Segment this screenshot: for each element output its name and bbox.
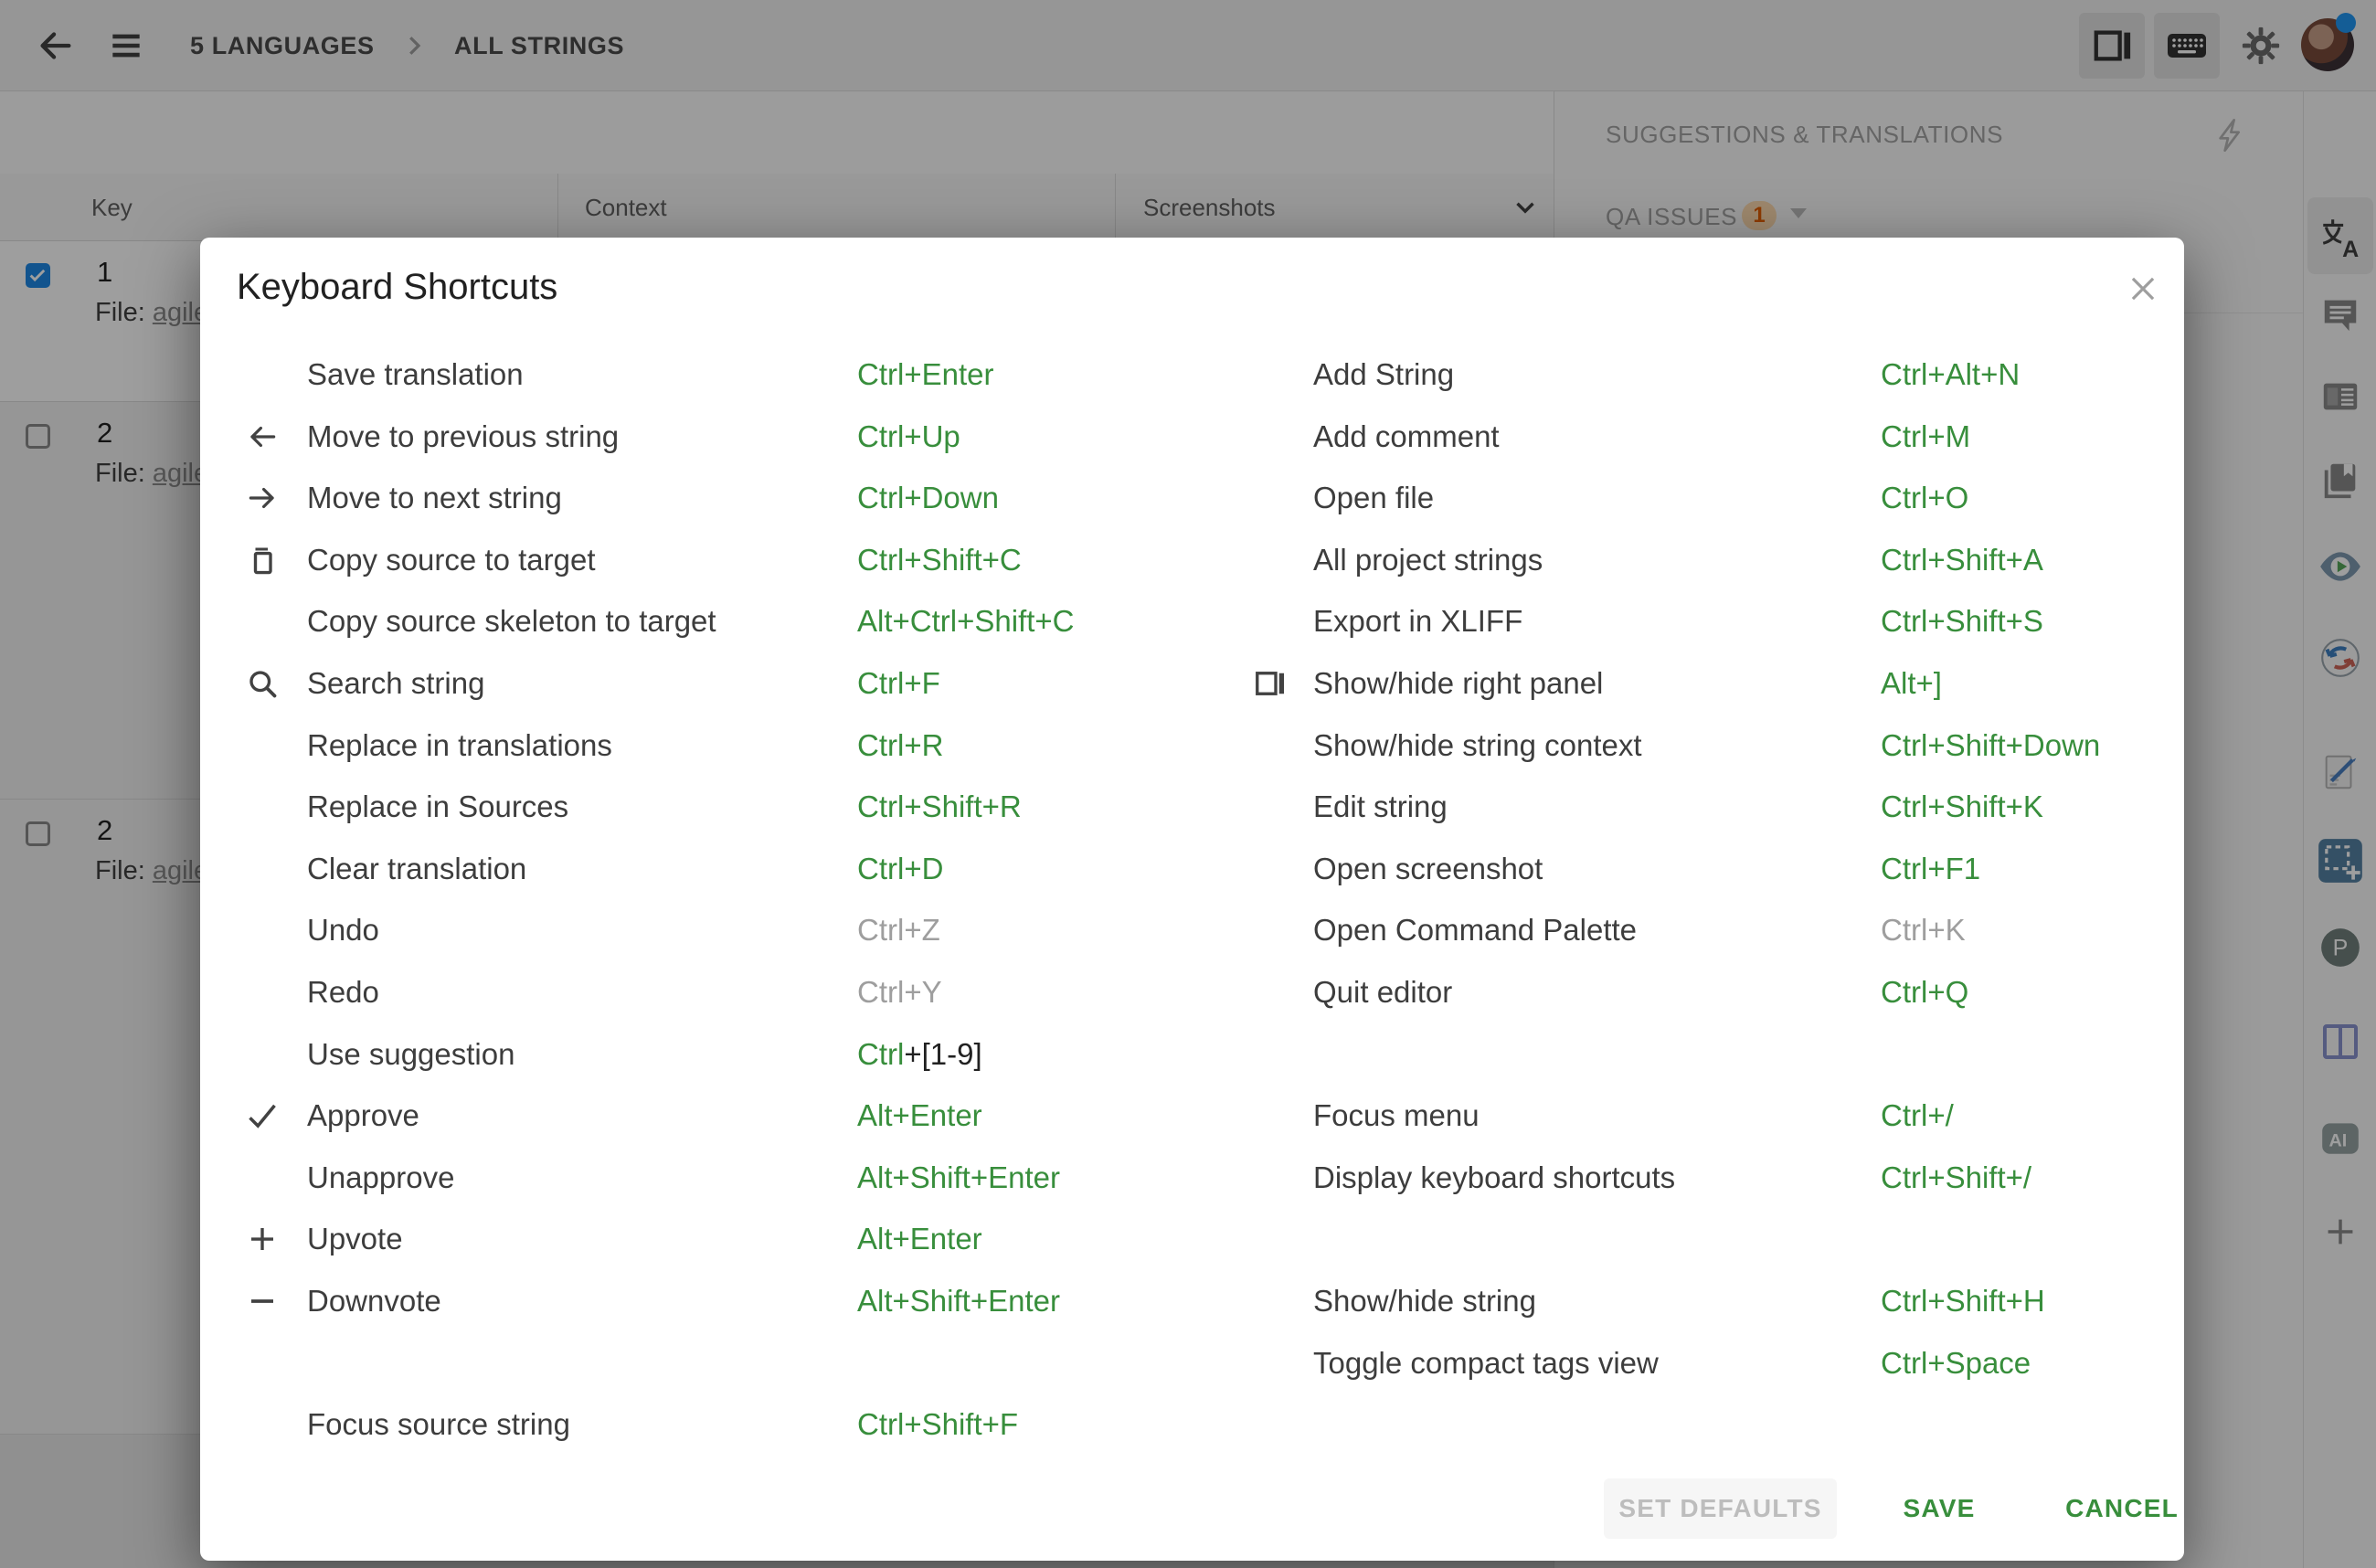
arrow-right-icon xyxy=(244,480,281,516)
shortcut-label: Use suggestion xyxy=(307,1036,515,1071)
shortcut-key[interactable]: Ctrl+Alt+N xyxy=(1881,357,2020,392)
shortcut-key[interactable]: Alt+Ctrl+Shift+C xyxy=(857,604,1075,639)
shortcut-key[interactable]: Ctrl+Up xyxy=(857,419,960,454)
close-icon[interactable] xyxy=(2119,265,2167,313)
shortcut-label: Copy source to target xyxy=(307,542,596,577)
check-icon xyxy=(244,1097,281,1134)
shortcut-key[interactable]: Ctrl+Down xyxy=(857,481,999,515)
shortcut-key[interactable]: Ctrl+Enter xyxy=(857,357,993,392)
shortcut-key[interactable]: Ctrl+M xyxy=(1881,419,1970,454)
shortcut-label: Quit editor xyxy=(1313,975,1453,1009)
shortcut-key[interactable]: Ctrl+Shift+H xyxy=(1881,1284,2045,1319)
shortcut-label: Open screenshot xyxy=(1313,851,1543,885)
shortcut-label: Add String xyxy=(1313,357,1455,391)
modal-title: Keyboard Shortcuts xyxy=(237,267,558,307)
shortcut-label: Replace in translations xyxy=(307,727,612,762)
save-button[interactable]: SAVE xyxy=(1880,1478,1999,1539)
shortcut-key[interactable]: Alt+Shift+Enter xyxy=(857,1284,1060,1319)
shortcut-label: Unapprove xyxy=(307,1160,455,1194)
shortcut-label: Show/hide right panel xyxy=(1313,666,1604,700)
shortcut-key[interactable]: Alt+Shift+Enter xyxy=(857,1160,1060,1195)
minus-icon xyxy=(244,1283,281,1319)
shortcut-key[interactable]: Alt+] xyxy=(1881,666,1942,701)
shortcut-key[interactable]: Ctrl+D xyxy=(857,852,943,886)
shortcut-key[interactable]: Ctrl+/ xyxy=(1881,1098,1954,1133)
shortcut-label: Display keyboard shortcuts xyxy=(1313,1160,1676,1194)
shortcut-label: Show/hide string context xyxy=(1313,727,1642,762)
search-icon xyxy=(244,665,281,702)
shortcut-label: All project strings xyxy=(1313,542,1543,577)
cancel-button[interactable]: CANCEL xyxy=(2044,1478,2200,1539)
shortcut-label: Open file xyxy=(1313,481,1435,515)
shortcut-label: Show/hide string xyxy=(1313,1284,1536,1318)
shortcut-key[interactable]: Ctrl+F xyxy=(857,666,940,701)
shortcut-key[interactable]: Ctrl+Shift+S xyxy=(1881,604,2043,639)
shortcut-label: Toggle compact tags view xyxy=(1313,1345,1659,1380)
shortcut-label: Focus source string xyxy=(307,1407,570,1442)
shortcut-key[interactable]: Ctrl+R xyxy=(857,728,943,763)
shortcut-label: Move to next string xyxy=(307,481,562,515)
shortcut-key[interactable]: Ctrl+Shift+F xyxy=(857,1407,1018,1442)
shortcut-key[interactable]: Alt+Enter xyxy=(857,1222,982,1256)
shortcut-label: Export in XLIFF xyxy=(1313,604,1523,639)
shortcut-key[interactable]: Ctrl+Shift+Down xyxy=(1881,728,2100,763)
app-canvas: 5 LANGUAGES ALL STRINGS Key Context Scre… xyxy=(0,0,2376,1568)
shortcut-key[interactable]: Ctrl+Shift+K xyxy=(1881,789,2043,824)
shortcut-label: Downvote xyxy=(307,1284,441,1318)
shortcut-label: Redo xyxy=(307,975,379,1009)
shortcut-key[interactable]: Ctrl+Shift+A xyxy=(1881,543,2043,577)
shortcut-label: Open Command Palette xyxy=(1313,913,1638,948)
shortcut-key[interactable]: Ctrl+Q xyxy=(1881,975,1968,1010)
shortcut-label: Undo xyxy=(307,913,379,948)
shortcut-label: Clear translation xyxy=(307,851,527,885)
shortcut-key[interactable]: Ctrl+F1 xyxy=(1881,852,1980,886)
shortcut-key[interactable]: Ctrl+Y xyxy=(857,975,942,1010)
shortcut-key[interactable]: Alt+Enter xyxy=(857,1098,982,1133)
shortcut-label: Replace in Sources xyxy=(307,789,569,824)
set-defaults-button[interactable]: SET DEFAULTS xyxy=(1604,1478,1837,1539)
shortcut-key[interactable]: Ctrl+K xyxy=(1881,913,1966,948)
shortcut-label: Move to previous string xyxy=(307,418,620,453)
shortcut-label: Focus menu xyxy=(1313,1098,1480,1133)
keyboard-shortcuts-modal: Keyboard Shortcuts Save translation Ctrl+… xyxy=(200,238,2184,1561)
panel-right-icon xyxy=(1252,665,1289,702)
plus-icon xyxy=(244,1221,281,1257)
shortcut-key[interactable]: Ctrl+Shift+R xyxy=(857,789,1022,824)
shortcut-label: Edit string xyxy=(1313,789,1448,824)
shortcut-label: Approve xyxy=(307,1098,419,1133)
arrow-left-icon xyxy=(244,418,281,455)
shortcut-label: Save translation xyxy=(307,357,524,391)
shortcut-key[interactable]: Ctrl+Shift+/ xyxy=(1881,1160,2031,1195)
shortcut-label: Copy source skeleton to target xyxy=(307,604,716,639)
shortcut-key[interactable]: Ctrl+Z xyxy=(857,913,940,948)
shortcut-label: Add comment xyxy=(1313,418,1500,453)
shortcut-label: Upvote xyxy=(307,1222,403,1256)
shortcut-key[interactable]: Ctrl+Shift+C xyxy=(857,543,1022,577)
copy-icon xyxy=(244,542,281,578)
shortcut-label: Search string xyxy=(307,666,485,700)
shortcut-key[interactable]: Ctrl+Space xyxy=(1881,1346,2031,1381)
shortcut-key[interactable]: Ctrl+O xyxy=(1881,481,1968,515)
shortcut-key[interactable]: Ctrl+[1-9] xyxy=(857,1037,982,1072)
